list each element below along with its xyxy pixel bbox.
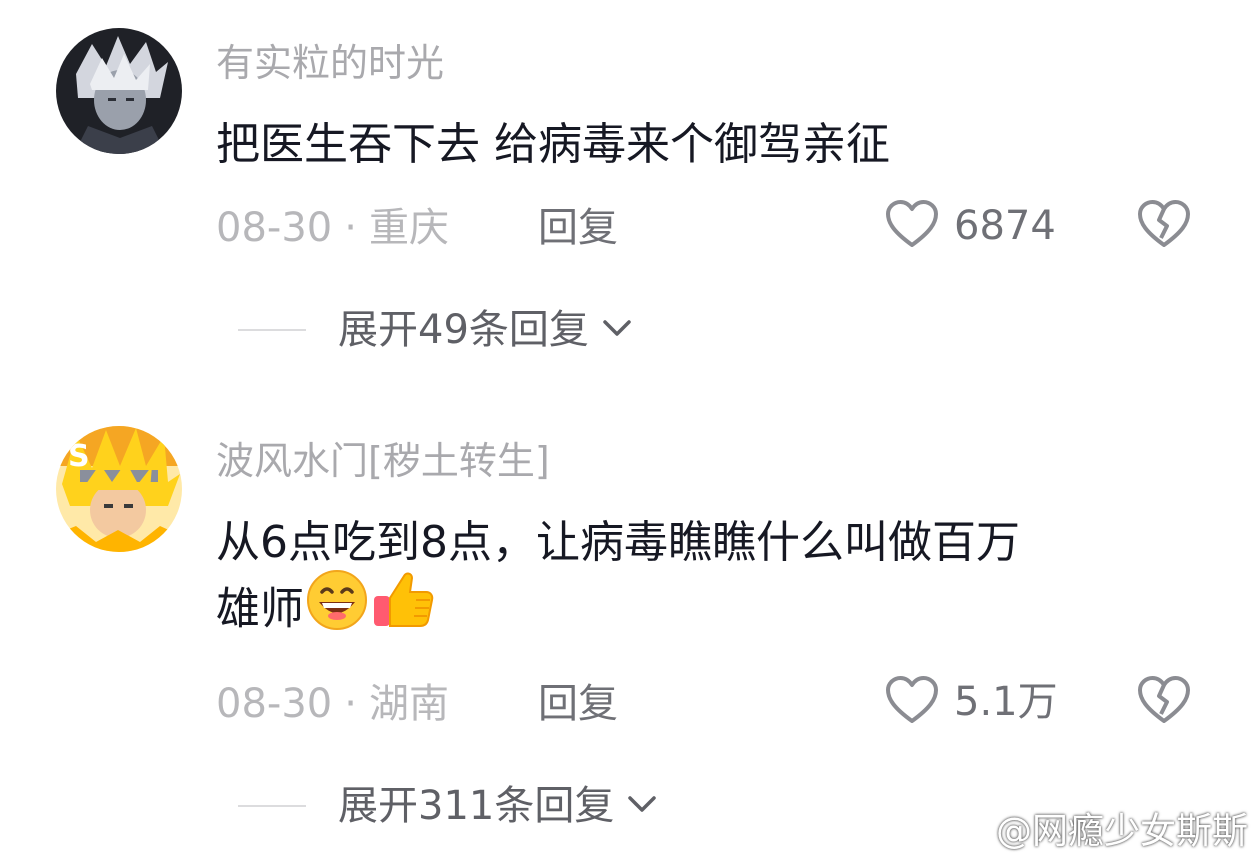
watermark-text: @网瘾少女斯斯 bbox=[995, 811, 1248, 852]
comment-text-line: 从6点吃到8点，让病毒瞧瞧什么叫做百万 bbox=[216, 517, 1020, 568]
grinning-face-emoji bbox=[304, 566, 370, 649]
chevron-down-icon bbox=[624, 792, 660, 820]
comment-text-line-2: 雄师 bbox=[216, 570, 1196, 649]
username[interactable]: 波风水门[秽土转生] bbox=[216, 442, 550, 480]
comment-text: 把医生吞下去 给病毒来个御驾亲征 bbox=[216, 114, 1196, 176]
like-button[interactable]: 5.1万 bbox=[884, 674, 1058, 730]
heart-outline-icon bbox=[884, 674, 940, 730]
avatar[interactable] bbox=[56, 28, 182, 154]
dislike-button[interactable] bbox=[1136, 198, 1192, 254]
divider-line bbox=[238, 329, 306, 331]
expand-replies-label: 展开311条回复 bbox=[338, 783, 615, 829]
expand-replies-button[interactable]: 展开49条回复 bbox=[238, 310, 635, 350]
broken-heart-icon bbox=[1136, 676, 1192, 730]
broken-heart-icon bbox=[1136, 200, 1192, 254]
comment-location: 湖南 bbox=[368, 681, 449, 727]
username[interactable]: 有实粒的时光 bbox=[216, 44, 444, 82]
heart-outline-icon bbox=[884, 198, 940, 254]
thumbs-up-emoji bbox=[370, 566, 436, 649]
comment-date: 08-30 bbox=[216, 205, 333, 251]
like-count: 5.1万 bbox=[954, 679, 1058, 725]
meta-separator: · bbox=[344, 205, 357, 251]
comment-date: 08-30 bbox=[216, 681, 333, 727]
dislike-button[interactable] bbox=[1136, 674, 1192, 730]
comment-text-line: 把医生吞下去 给病毒来个御驾亲征 bbox=[216, 119, 890, 170]
like-button[interactable]: 6874 bbox=[884, 198, 1056, 254]
comment-meta: 08-30 · 湖南 bbox=[216, 684, 449, 724]
expand-replies-label: 展开49条回复 bbox=[338, 307, 589, 353]
weibo-logo bbox=[948, 806, 996, 851]
comment-text: 从6点吃到8点，让病毒瞧瞧什么叫做百万 雄师 bbox=[216, 512, 1196, 649]
chevron-down-icon bbox=[599, 316, 635, 344]
watermark: @网瘾少女斯斯 bbox=[948, 802, 1248, 854]
comment-text-line: 雄师 bbox=[216, 583, 304, 635]
reply-button[interactable]: 回复 bbox=[538, 684, 618, 724]
avatar[interactable]: S bbox=[56, 426, 182, 552]
divider-line bbox=[238, 805, 306, 807]
comment-meta: 08-30 · 重庆 bbox=[216, 208, 449, 248]
like-count: 6874 bbox=[954, 203, 1056, 249]
expand-replies-button[interactable]: 展开311条回复 bbox=[238, 786, 660, 826]
reply-button[interactable]: 回复 bbox=[538, 208, 618, 248]
comment-location: 重庆 bbox=[368, 205, 449, 251]
svg-text:S: S bbox=[68, 439, 90, 474]
meta-separator: · bbox=[344, 681, 357, 727]
